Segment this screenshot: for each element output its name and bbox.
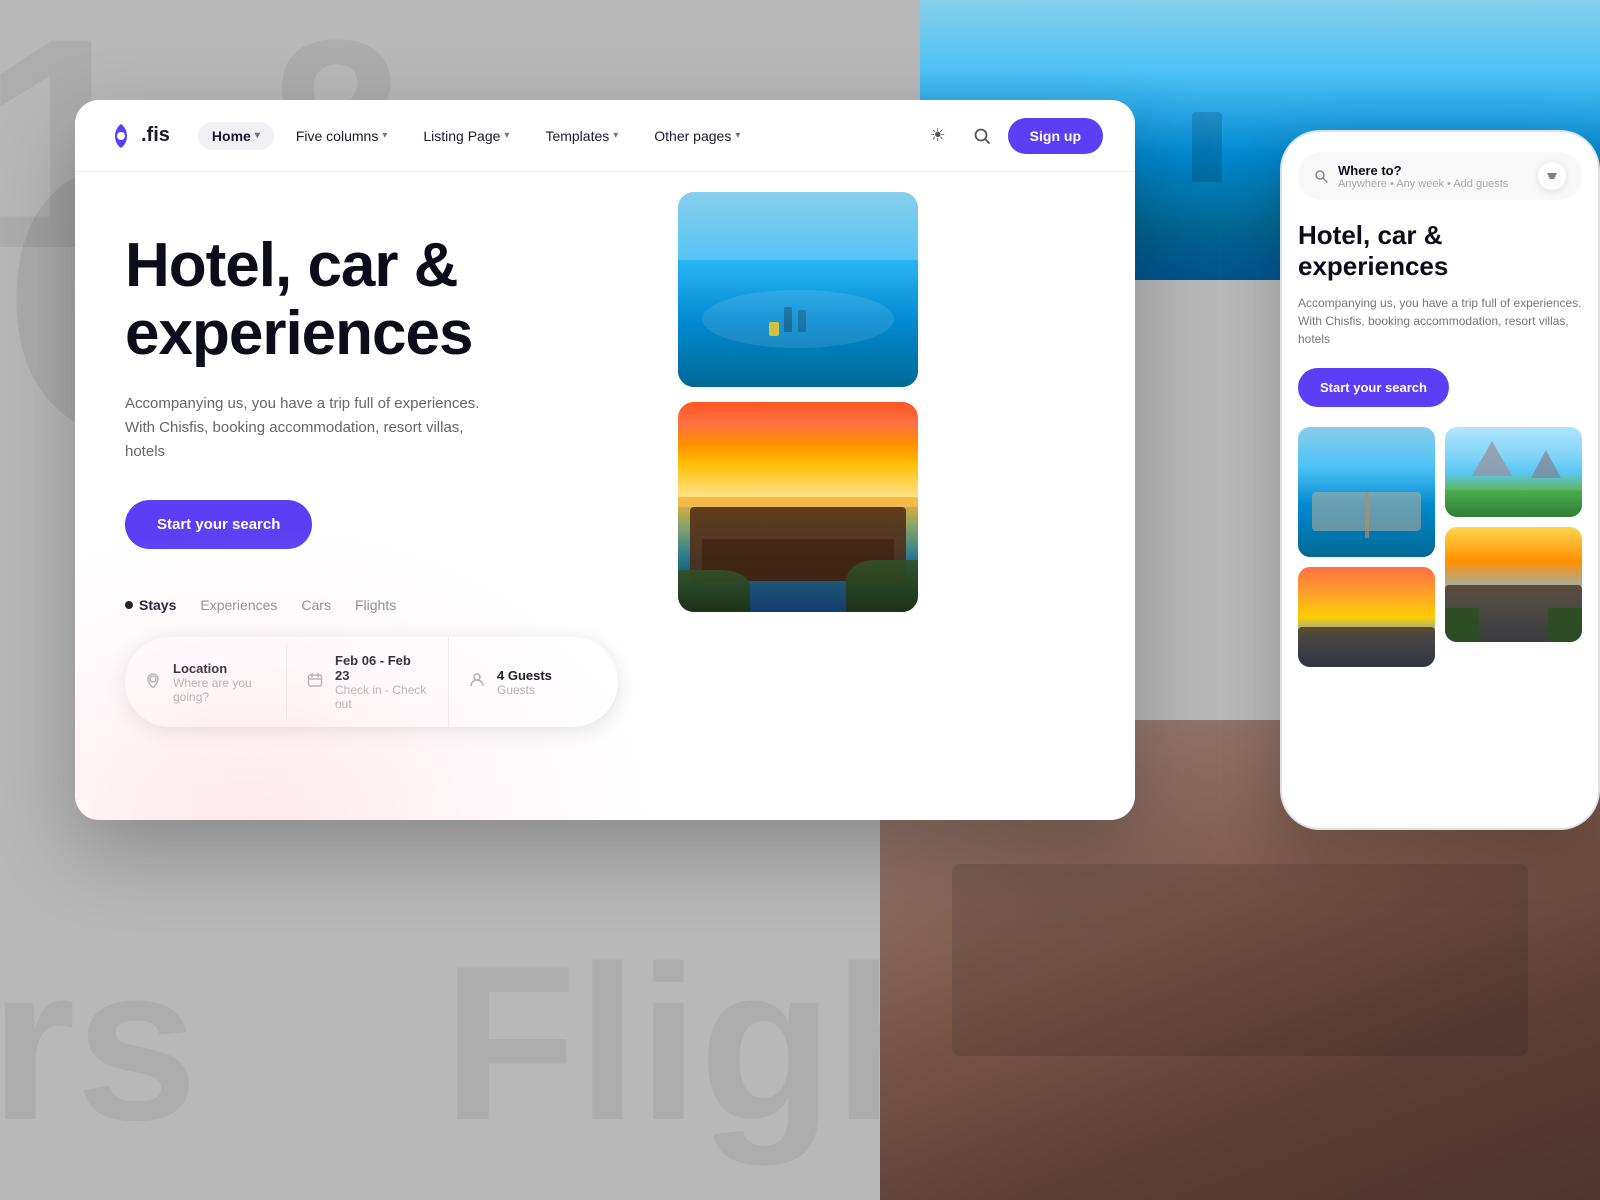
hero-section: Hotel, car & experiences Accompanying us… [75,172,1135,820]
nav-item-templates[interactable]: Templates ▾ [531,122,632,150]
nav-item-five-columns[interactable]: Five columns ▾ [282,122,402,150]
logo-text: .fis [141,124,170,147]
tab-stays[interactable]: Stays [125,597,176,613]
phone-search-icon [1314,169,1328,183]
nav-item-listing-page[interactable]: Listing Page ▾ [409,122,523,150]
nav-item-home[interactable]: Home ▾ [198,122,274,150]
phone-img-col-right [1445,427,1582,667]
chevron-down-icon: ▾ [735,130,740,141]
hero-search-button[interactable]: Start your search [125,500,312,549]
nav-item-other-pages[interactable]: Other pages ▾ [640,122,754,150]
phone-hero-title: Hotel, car & experiences [1298,220,1582,282]
hero-right-panel [658,172,1135,820]
hero-title: Hotel, car & experiences [125,232,618,368]
tab-experiences[interactable]: Experiences [200,597,277,613]
phone-image-sunset [1298,567,1435,667]
logo[interactable]: .fis [107,122,170,150]
logo-icon [107,122,135,150]
chevron-down-icon: ▾ [382,130,387,141]
hero-subtitle: Accompanying us, you have a trip full of… [125,392,505,464]
navbar: .fis Home ▾ Five columns ▾ Listing Page … [75,100,1135,172]
signup-button[interactable]: Sign up [1008,118,1103,154]
search-tabs: Stays Experiences Cars Flights [125,597,618,613]
hero-image-bottom [678,402,918,612]
guests-icon [469,672,485,693]
tab-dot [125,601,133,609]
chevron-down-icon: ▾ [613,130,618,141]
chevron-down-icon: ▾ [504,130,509,141]
phone-images-grid [1298,427,1582,667]
tab-cars[interactable]: Cars [301,597,331,613]
browser-window: .fis Home ▾ Five columns ▾ Listing Page … [75,100,1135,820]
chevron-down-icon: ▾ [255,130,260,141]
phone-search-bar[interactable]: Where to? Anywhere • Any week • Add gues… [1298,152,1582,200]
search-bar: Location Where are you going? [125,637,618,727]
location-field[interactable]: Location Where are you going? [125,645,287,720]
phone-search-button[interactable]: Start your search [1298,368,1449,407]
phone-image-ocean [1298,427,1435,557]
location-icon [145,672,161,693]
guests-field[interactable]: 4 Guests Guests [449,652,610,713]
phone-image-bungalow [1445,527,1582,642]
phone-hero-subtitle: Accompanying us, you have a trip full of… [1298,294,1582,348]
phone-filter-icon[interactable] [1538,162,1566,190]
tab-flights[interactable]: Flights [355,597,396,613]
calendar-icon [307,672,323,693]
theme-toggle-button[interactable]: ☀ [920,118,956,154]
hero-left-panel: Hotel, car & experiences Accompanying us… [75,172,658,820]
phone-img-col-left [1298,427,1435,667]
search-button[interactable] [964,118,1000,154]
hero-image-top [678,192,918,387]
sun-icon: ☀ [930,125,946,146]
phone-image-mountain [1445,427,1582,517]
phone-mockup: Where to? Anywhere • Any week • Add gues… [1280,130,1600,830]
search-icon [973,127,991,145]
date-field[interactable]: Feb 06 - Feb 23 Check in - Check out [287,637,449,727]
phone-search-text: Where to? Anywhere • Any week • Add gues… [1338,163,1528,190]
